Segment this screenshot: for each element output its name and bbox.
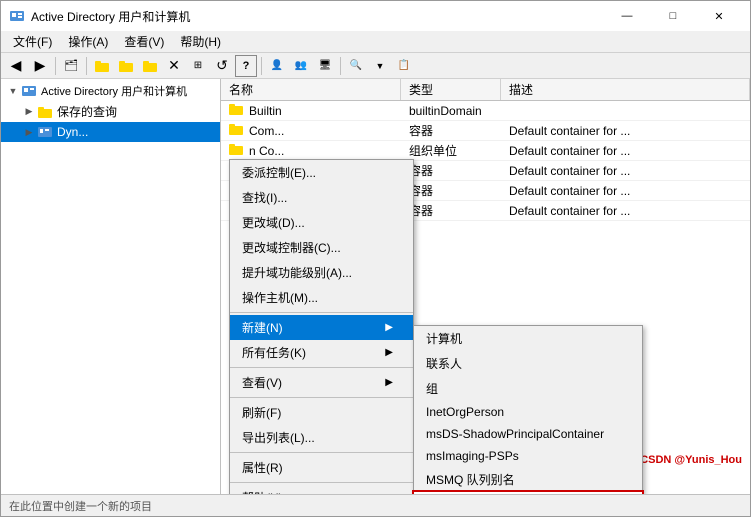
submenu-arrow-3: ▶	[385, 377, 393, 388]
window-controls: — □ ✕	[604, 1, 742, 31]
minimize-button[interactable]: —	[604, 1, 650, 31]
menu-bar: 文件(F) 操作(A) 查看(V) 帮助(H)	[1, 31, 750, 53]
cm-delegate[interactable]: 委派控制(E)...	[230, 160, 413, 185]
sm-contact[interactable]: 联系人	[414, 351, 642, 376]
context-menu: 委派控制(E)... 查找(I)... 更改域(D)... 更改域控制器(C).…	[229, 159, 414, 494]
sm-msmq[interactable]: MSMQ 队列别名	[414, 467, 642, 492]
toolbar-help-btn[interactable]: ?	[235, 55, 257, 77]
status-text: 在此位置中创建一个新的项目	[9, 498, 152, 514]
cm-view[interactable]: 查看(V) ▶	[230, 370, 413, 395]
root-expander: ▼	[5, 83, 21, 99]
saved-queries-label: 保存的查询	[57, 103, 117, 120]
submenu-arrow-2: ▶	[385, 347, 393, 358]
saved-queries-icon	[37, 104, 53, 120]
dyn-expander: ▶	[21, 124, 37, 140]
main-window: Active Directory 用户和计算机 — □ ✕ 文件(F) 操作(A…	[0, 0, 751, 517]
cm-sep-4	[230, 452, 413, 453]
cm-sep-2	[230, 367, 413, 368]
main-content: ▼ Active Directory 用户和计算机 ▶	[1, 79, 750, 494]
sm-inetorgperson[interactable]: InetOrgPerson	[414, 401, 642, 423]
toolbar-prop-btn[interactable]: ⊞	[187, 55, 209, 77]
submenu-arrow: ▶	[385, 322, 393, 333]
toolbar-sep-4	[340, 57, 341, 75]
sm-group[interactable]: 组	[414, 376, 642, 401]
cm-change-dc[interactable]: 更改域控制器(C)...	[230, 235, 413, 260]
sm-ou[interactable]: 组织单位	[414, 492, 642, 494]
right-panel: 名称 类型 描述 Builtin builtinDomain	[221, 79, 750, 494]
toolbar-sep-2	[86, 57, 87, 75]
toolbar-sep-3	[261, 57, 262, 75]
root-icon	[21, 83, 37, 99]
toolbar-delete-btn[interactable]: ✕	[163, 55, 185, 77]
menu-help[interactable]: 帮助(H)	[172, 31, 229, 53]
cm-sep-1	[230, 312, 413, 313]
dyn-icon	[37, 124, 53, 140]
toolbar: ◀ ▶ 🗂 ✕ ⊞ ↺ ? 👤 👥 🖥 🔍 ▼ 📋	[1, 53, 750, 79]
title-bar: Active Directory 用户和计算机 — □ ✕	[1, 1, 750, 31]
dyn-label: Dyn...	[57, 125, 88, 139]
status-bar: 在此位置中创建一个新的项目	[1, 494, 750, 516]
tree-button[interactable]: 🗂	[60, 55, 82, 77]
cm-refresh[interactable]: 刷新(F)	[230, 400, 413, 425]
toolbar-sep-1	[55, 57, 56, 75]
window-title: Active Directory 用户和计算机	[31, 8, 604, 25]
sm-computer[interactable]: 计算机	[414, 326, 642, 351]
sm-msimaging[interactable]: msImaging-PSPs	[414, 445, 642, 467]
forward-button[interactable]: ▶	[29, 55, 51, 77]
tree-saved-queries[interactable]: ▶ 保存的查询	[1, 101, 220, 122]
close-button[interactable]: ✕	[696, 1, 742, 31]
toolbar-find-btn[interactable]: 🔍	[345, 55, 367, 77]
maximize-button[interactable]: □	[650, 1, 696, 31]
toolbar-export-btn[interactable]: 📋	[393, 55, 415, 77]
saved-queries-expander: ▶	[21, 104, 37, 120]
cm-help[interactable]: 帮助(H)	[230, 485, 413, 494]
toolbar-filter-btn[interactable]: ▼	[369, 55, 391, 77]
menu-action[interactable]: 操作(A)	[60, 31, 116, 53]
cm-sep-5	[230, 482, 413, 483]
toolbar-folder2-btn[interactable]	[115, 55, 137, 77]
submenu-new: 计算机 联系人 组 InetOrgPerson msDS-ShadowPrinc…	[413, 325, 643, 494]
cm-export-list[interactable]: 导出列表(L)...	[230, 425, 413, 450]
toolbar-folder-btn[interactable]	[91, 55, 113, 77]
toolbar-refresh-btn[interactable]: ↺	[211, 55, 233, 77]
toolbar-computers-btn[interactable]: 🖥	[314, 55, 336, 77]
tree-root[interactable]: ▼ Active Directory 用户和计算机	[1, 81, 220, 101]
context-menu-overlay: 委派控制(E)... 查找(I)... 更改域(D)... 更改域控制器(C).…	[221, 79, 750, 494]
toolbar-users-btn[interactable]: 👤	[266, 55, 288, 77]
cm-new[interactable]: 新建(N) ▶	[230, 315, 413, 340]
app-icon	[9, 8, 25, 24]
cm-change-domain[interactable]: 更改域(D)...	[230, 210, 413, 235]
tree-root-label: Active Directory 用户和计算机	[41, 83, 187, 99]
tree-dyn[interactable]: ▶ Dyn...	[1, 122, 220, 142]
cm-raise-func[interactable]: 提升域功能级别(A)...	[230, 260, 413, 285]
back-button[interactable]: ◀	[5, 55, 27, 77]
tree-panel: ▼ Active Directory 用户和计算机 ▶	[1, 79, 221, 494]
toolbar-groups-btn[interactable]: 👥	[290, 55, 312, 77]
toolbar-folder3-btn[interactable]	[139, 55, 161, 77]
sm-msshadow[interactable]: msDS-ShadowPrincipalContainer	[414, 423, 642, 445]
cm-find[interactable]: 查找(I)...	[230, 185, 413, 210]
cm-sep-3	[230, 397, 413, 398]
cm-all-tasks[interactable]: 所有任务(K) ▶	[230, 340, 413, 365]
cm-properties[interactable]: 属性(R)	[230, 455, 413, 480]
menu-file[interactable]: 文件(F)	[5, 31, 60, 53]
menu-view[interactable]: 查看(V)	[116, 31, 172, 53]
cm-ops-master[interactable]: 操作主机(M)...	[230, 285, 413, 310]
